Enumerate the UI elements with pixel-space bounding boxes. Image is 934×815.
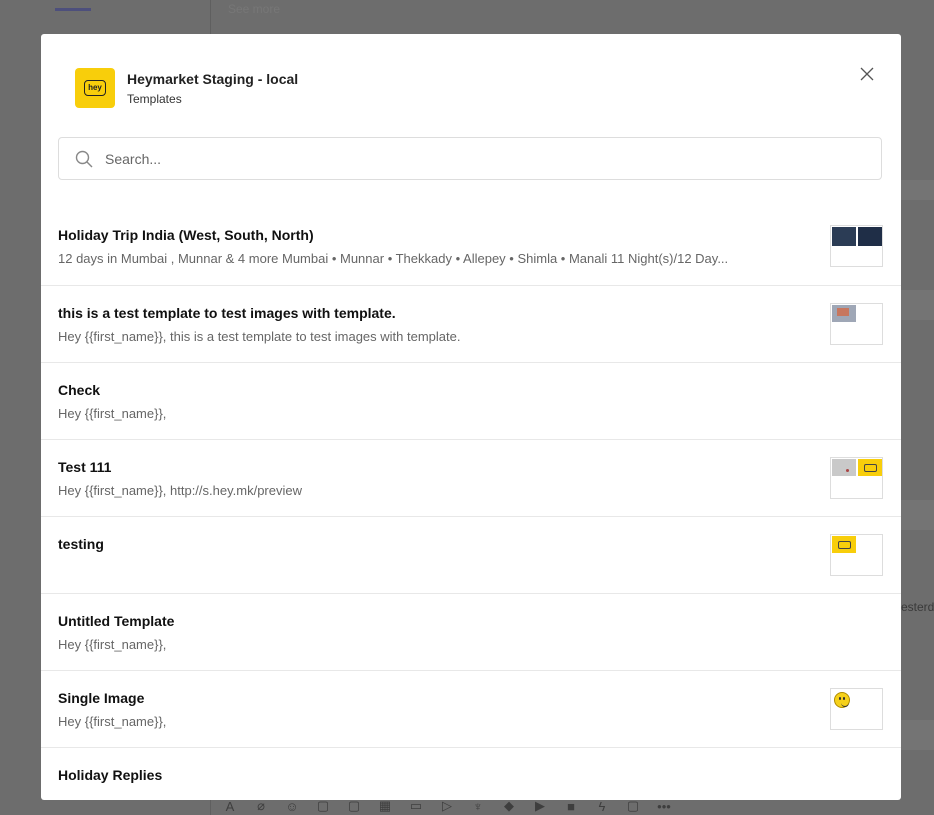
sticker-icon: ▢: [347, 798, 361, 813]
background-timestamp: esterd: [901, 600, 934, 614]
template-item[interactable]: Test 111 Hey {{first_name}}, http://s.he…: [41, 440, 901, 517]
template-item[interactable]: this is a test template to test images w…: [41, 286, 901, 363]
background-row: [901, 500, 934, 530]
stream-icon: ▶: [535, 798, 545, 813]
template-title: testing: [58, 536, 104, 552]
background-row: [901, 720, 934, 750]
dialog-header: hey Heymarket Staging - local Templates: [75, 68, 901, 108]
image-preview: [858, 227, 882, 246]
template-title: Test 111: [58, 459, 112, 475]
send-icon: ▷: [442, 798, 452, 813]
template-item[interactable]: Untitled Template Hey {{first_name}},: [41, 594, 901, 671]
close-button[interactable]: [858, 65, 876, 83]
emoji-icon: ☺: [285, 798, 299, 814]
image-preview: [832, 459, 856, 476]
sidebar-active-indicator: [55, 8, 91, 11]
schedule-icon: ▦: [378, 798, 392, 813]
template-title: Single Image: [58, 690, 145, 706]
background-row: [901, 290, 934, 320]
image-preview: [832, 227, 856, 246]
video-icon: ▭: [409, 798, 423, 813]
bolt-icon: ϟ: [598, 798, 606, 814]
gif-icon: ▢: [316, 798, 330, 813]
attach-icon: ⌀: [257, 798, 265, 813]
search-box[interactable]: [58, 137, 882, 180]
template-thumbnail: [830, 688, 883, 730]
smiley-icon: [834, 692, 850, 708]
youtube-icon: ■: [567, 798, 575, 814]
template-body: 12 days in Mumbai , Munnar & 4 more Mumb…: [58, 251, 729, 266]
template-item[interactable]: Check Hey {{first_name}},: [41, 363, 901, 440]
template-body: Hey {{first_name}}, this is a test templ…: [58, 329, 461, 344]
diamond-icon: ◆: [504, 798, 514, 813]
template-title: Holiday Trip India (West, South, North): [58, 227, 314, 243]
template-body: Hey {{first_name}},: [58, 406, 167, 421]
search-input[interactable]: [105, 138, 865, 179]
template-thumbnail: [830, 225, 883, 267]
background-row: [901, 180, 934, 200]
template-thumbnail: [830, 534, 883, 576]
template-list: Holiday Trip India (West, South, North) …: [41, 208, 901, 800]
search-icon: [75, 150, 93, 168]
template-title: this is a test template to test images w…: [58, 305, 396, 321]
image-preview-detail: [846, 469, 849, 472]
template-body: Hey {{first_name}},: [58, 637, 167, 652]
dialog-subtitle: Templates: [127, 92, 182, 106]
hey-app-icon: ▢: [626, 798, 640, 813]
dialog-title: Heymarket Staging - local: [127, 71, 299, 87]
hey-logo-icon: [832, 536, 856, 553]
template-title: Holiday Replies: [58, 767, 163, 783]
template-item[interactable]: Holiday Trip India (West, South, North) …: [41, 208, 901, 286]
template-title: Check: [58, 382, 101, 398]
template-body: Hey {{first_name}}, http://s.hey.mk/prev…: [58, 483, 302, 498]
templates-dialog: hey Heymarket Staging - local Templates …: [41, 34, 901, 800]
template-thumbnail: [830, 303, 883, 345]
see-more-link: See more: [228, 2, 281, 16]
close-icon[interactable]: [858, 65, 876, 83]
praise-icon: ♆: [473, 798, 483, 814]
image-preview-detail: [837, 308, 849, 316]
template-thumbnail: [830, 457, 883, 499]
format-icon: A: [225, 798, 235, 814]
template-item[interactable]: Holiday Replies: [41, 748, 901, 800]
hey-logo-icon: [858, 459, 882, 476]
template-title: Untitled Template: [58, 613, 175, 629]
hey-logo-icon: hey: [84, 80, 106, 96]
template-item[interactable]: testing: [41, 517, 901, 594]
template-item[interactable]: Single Image Hey {{first_name}},: [41, 671, 901, 748]
more-icon: •••: [657, 798, 671, 814]
app-logo: hey: [75, 68, 115, 108]
template-body: Hey {{first_name}},: [58, 714, 167, 729]
